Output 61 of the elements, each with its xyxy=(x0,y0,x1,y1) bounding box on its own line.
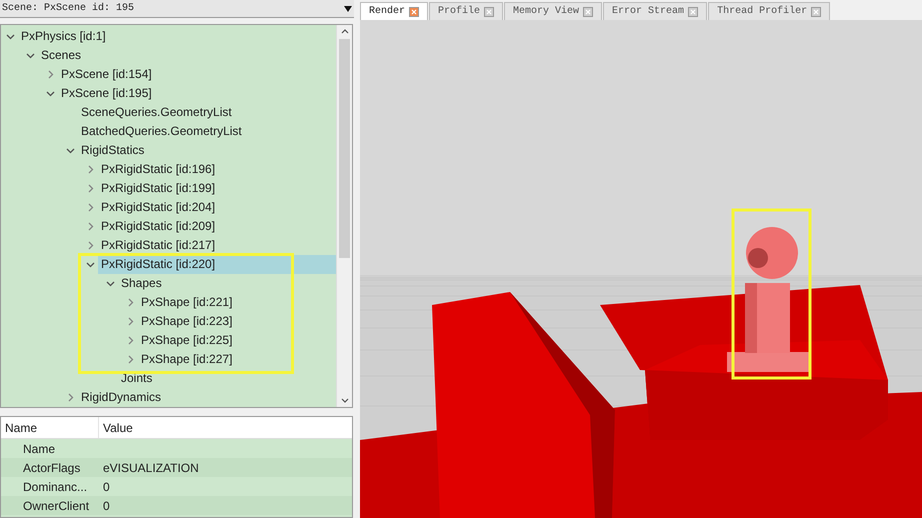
chevron-right-icon[interactable] xyxy=(126,298,135,307)
tree-item[interactable]: SceneQueries.GeometryList xyxy=(78,103,336,122)
tree-item[interactable]: RigidDynamics xyxy=(78,388,336,407)
tree-item[interactable]: PxShape [id:223] xyxy=(138,312,336,331)
tab[interactable]: Profile xyxy=(429,2,504,20)
chevron-down-icon[interactable] xyxy=(46,89,55,98)
tree-item[interactable]: PxShape [id:227] xyxy=(138,350,336,369)
tree-item[interactable]: Joints xyxy=(118,369,336,388)
tree-item[interactable]: BatchedQueries.GeometryList xyxy=(78,122,336,141)
close-icon[interactable] xyxy=(811,6,822,16)
scrollbar[interactable] xyxy=(336,25,352,407)
close-icon[interactable] xyxy=(409,6,420,16)
chevron-down-icon[interactable] xyxy=(26,51,35,60)
chevron-down-icon[interactable] xyxy=(66,146,75,155)
chevron-right-icon[interactable] xyxy=(46,70,55,79)
property-name: Name xyxy=(22,440,56,458)
chevron-down-icon[interactable] xyxy=(6,32,15,41)
tree-item[interactable]: PxRigidStatic [id:196] xyxy=(98,160,336,179)
tree-item[interactable]: PxRigidStatic [id:199] xyxy=(98,179,336,198)
property-value: 0 xyxy=(102,498,110,514)
chevron-right-icon[interactable] xyxy=(66,393,75,402)
tab[interactable]: Error Stream xyxy=(603,2,708,20)
chevron-right-icon[interactable] xyxy=(86,241,95,250)
chevron-right-icon[interactable] xyxy=(126,336,135,345)
scroll-thumb[interactable] xyxy=(339,39,350,258)
column-header[interactable]: Name xyxy=(1,417,99,438)
property-name: ActorFlags xyxy=(22,460,82,476)
tab[interactable]: Thread Profiler xyxy=(708,2,830,20)
chevron-down-icon[interactable] xyxy=(106,279,115,288)
tree-item[interactable]: PxRigidStatic [id:204] xyxy=(98,198,336,217)
tree-item[interactable]: PxScene [id:154] xyxy=(58,65,336,84)
close-icon[interactable] xyxy=(583,6,594,16)
tree-item[interactable]: PxScene [id:195] xyxy=(58,84,336,103)
chevron-right-icon[interactable] xyxy=(86,203,95,212)
close-icon[interactable] xyxy=(688,6,698,16)
chevron-right-icon[interactable] xyxy=(86,165,95,174)
tree-item[interactable]: PxRigidStatic [id:209] xyxy=(98,217,336,236)
tab[interactable]: Render xyxy=(360,2,428,20)
column-header[interactable]: Value xyxy=(99,417,352,438)
close-icon[interactable] xyxy=(484,6,494,16)
tree-item[interactable]: PxRigidStatic [id:220] xyxy=(98,255,336,274)
tree-item[interactable]: Scenes xyxy=(38,46,336,65)
chevron-right-icon[interactable] xyxy=(126,317,135,326)
property-value: eVISUALIZATION xyxy=(102,460,199,476)
chevron-right-icon[interactable] xyxy=(86,184,95,193)
property-value: 0 xyxy=(102,478,110,496)
chevron-right-icon[interactable] xyxy=(86,222,95,231)
tree-item[interactable]: Shapes xyxy=(118,274,336,293)
tree-item[interactable]: PxShape [id:225] xyxy=(138,331,336,350)
scroll-down-icon[interactable] xyxy=(340,398,348,404)
tab[interactable]: Memory View xyxy=(504,2,602,20)
tree-item[interactable]: PxShape [id:221] xyxy=(138,293,336,312)
chevron-right-icon[interactable] xyxy=(126,355,135,364)
tree-item[interactable]: RigidStatics xyxy=(78,141,336,160)
property-name: OwnerClient xyxy=(22,498,90,514)
property-name: Dominanc... xyxy=(22,478,88,496)
scroll-up-icon[interactable] xyxy=(340,28,348,34)
tree-item[interactable]: PxRigidStatic [id:217] xyxy=(98,236,336,255)
tree-item[interactable]: PxPhysics [id:1] xyxy=(18,27,336,46)
chevron-down-icon[interactable] xyxy=(86,260,95,269)
dropdown-arrow-icon[interactable] xyxy=(344,6,352,12)
